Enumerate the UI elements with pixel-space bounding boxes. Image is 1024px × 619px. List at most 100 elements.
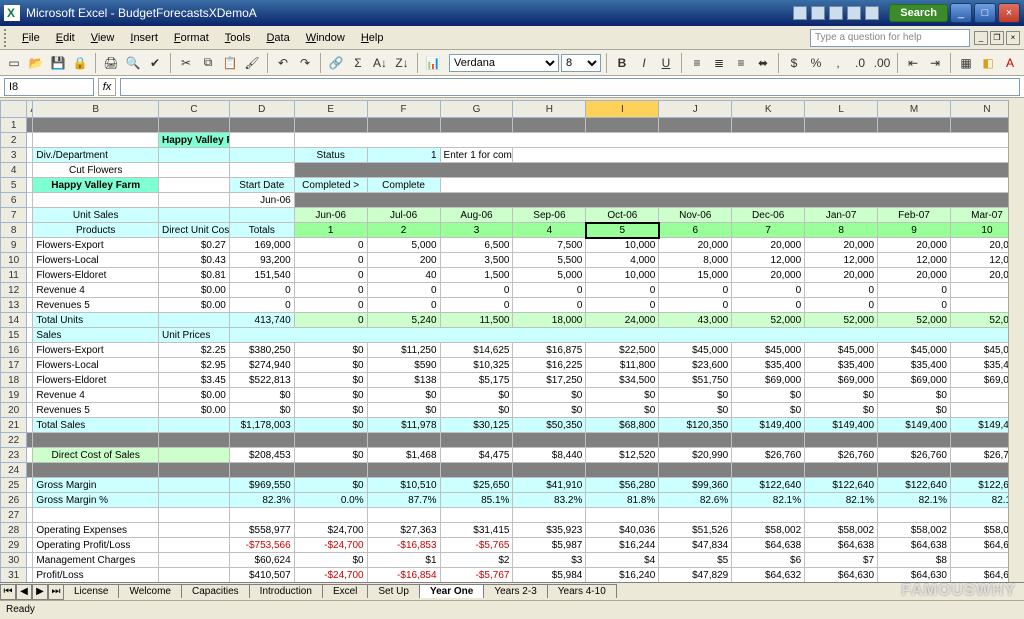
menu-tools[interactable]: Tools — [217, 29, 259, 47]
cell[interactable]: Complete — [367, 178, 440, 193]
cell[interactable]: Status — [294, 148, 367, 163]
cell[interactable]: $0 — [513, 388, 586, 403]
cell[interactable]: 11,500 — [440, 313, 513, 328]
cell[interactable]: 0 — [440, 298, 513, 313]
cell[interactable]: Total Units — [33, 313, 159, 328]
cell[interactable]: $69,000 — [805, 373, 878, 388]
cell[interactable]: 7,500 — [513, 238, 586, 253]
cell[interactable]: $45,000 — [878, 343, 951, 358]
cell[interactable]: Revenue 4 — [33, 283, 159, 298]
cell[interactable]: $45,000 — [805, 343, 878, 358]
cell[interactable]: $138 — [367, 373, 440, 388]
row-header[interactable]: 23 — [1, 448, 27, 463]
font-size-select[interactable]: 8 — [561, 54, 601, 72]
cell[interactable]: $1,468 — [367, 448, 440, 463]
titlebar-icon[interactable] — [847, 6, 861, 20]
cell[interactable]: $208,453 — [229, 448, 294, 463]
col-header[interactable]: G — [440, 101, 513, 118]
cell[interactable]: 1 — [367, 148, 440, 163]
cell[interactable]: $5,987 — [513, 538, 586, 553]
menu-edit[interactable]: Edit — [48, 29, 83, 47]
cell[interactable]: $4 — [586, 553, 659, 568]
row-header[interactable]: 29 — [1, 538, 27, 553]
row-header[interactable]: 27 — [1, 508, 27, 523]
paste-icon[interactable]: 📋 — [220, 53, 240, 73]
select-all-corner[interactable] — [1, 101, 27, 118]
cut-icon[interactable]: ✂ — [176, 53, 196, 73]
cell[interactable]: $8 — [878, 553, 951, 568]
cell[interactable]: Total Sales — [33, 418, 159, 433]
cell[interactable]: $0 — [294, 388, 367, 403]
cell[interactable]: 43,000 — [659, 313, 732, 328]
cell[interactable]: $35,400 — [732, 358, 805, 373]
cell[interactable]: Happy Valley Farm — [33, 178, 159, 193]
cell[interactable]: $0 — [294, 358, 367, 373]
cell[interactable]: 0 — [805, 283, 878, 298]
cell[interactable]: $26,760 — [805, 448, 878, 463]
cell[interactable]: $31,415 — [440, 523, 513, 538]
cell[interactable]: $22,500 — [586, 343, 659, 358]
cell[interactable]: Unit Prices — [158, 328, 229, 343]
cell[interactable]: $8,440 — [513, 448, 586, 463]
sheet-tab[interactable]: Excel — [322, 584, 368, 598]
cell[interactable]: $0 — [732, 388, 805, 403]
cell[interactable]: $69,000 — [732, 373, 805, 388]
row-header[interactable]: 24 — [1, 463, 27, 478]
cell[interactable]: 52,000 — [732, 313, 805, 328]
cell[interactable]: $0 — [513, 403, 586, 418]
cell[interactable]: -$16,853 — [367, 538, 440, 553]
menu-data[interactable]: Data — [258, 29, 297, 47]
cell[interactable]: Flowers-Eldoret — [33, 268, 159, 283]
titlebar-icon[interactable] — [793, 6, 807, 20]
cell[interactable]: 0 — [732, 283, 805, 298]
dec-decimal-icon[interactable]: .00 — [872, 53, 892, 73]
sheet-tab[interactable]: Year One — [419, 584, 484, 598]
sheet-tab[interactable]: Years 4-10 — [547, 584, 617, 598]
cell[interactable]: Nov-06 — [659, 208, 732, 223]
cell[interactable]: 12,000 — [878, 253, 951, 268]
cell[interactable]: $122,640 — [878, 478, 951, 493]
cell[interactable]: 0 — [294, 298, 367, 313]
cell[interactable]: $1 — [367, 553, 440, 568]
cell[interactable]: 1 — [294, 223, 367, 238]
menu-file[interactable]: File — [14, 29, 48, 47]
cell[interactable]: $35,400 — [878, 358, 951, 373]
doc-minimize-button[interactable]: _ — [974, 31, 988, 45]
cell[interactable]: $14,625 — [440, 343, 513, 358]
cell[interactable]: 2 — [367, 223, 440, 238]
cell[interactable]: $149,400 — [878, 418, 951, 433]
cell[interactable]: $2.25 — [158, 343, 229, 358]
row-header[interactable]: 25 — [1, 478, 27, 493]
cell[interactable]: 20,000 — [732, 238, 805, 253]
cell[interactable]: 10,000 — [586, 238, 659, 253]
sort-desc-icon[interactable]: Z↓ — [392, 53, 412, 73]
cell[interactable]: 0 — [229, 283, 294, 298]
cell[interactable]: $24,700 — [294, 523, 367, 538]
cell[interactable]: Flowers-Eldoret — [33, 373, 159, 388]
link-icon[interactable]: 🔗 — [326, 53, 346, 73]
row-header[interactable]: 10 — [1, 253, 27, 268]
cell[interactable]: Sales — [33, 328, 159, 343]
row-header[interactable]: 6 — [1, 193, 27, 208]
cell[interactable]: $120,350 — [659, 418, 732, 433]
cell[interactable]: $20,990 — [659, 448, 732, 463]
undo-icon[interactable]: ↶ — [273, 53, 293, 73]
cell[interactable]: $0.00 — [158, 388, 229, 403]
borders-icon[interactable]: ▦ — [956, 53, 976, 73]
formula-input[interactable] — [120, 78, 1020, 96]
cell[interactable]: 85.1% — [440, 493, 513, 508]
cell[interactable]: 20,000 — [805, 238, 878, 253]
cell[interactable]: Totals — [229, 223, 294, 238]
cell[interactable]: Products — [33, 223, 159, 238]
align-right-icon[interactable]: ≡ — [731, 53, 751, 73]
cell[interactable]: -$24,700 — [294, 538, 367, 553]
row-header[interactable]: 12 — [1, 283, 27, 298]
percent-icon[interactable]: % — [806, 53, 826, 73]
cell[interactable]: $58,002 — [878, 523, 951, 538]
cell[interactable]: $35,400 — [805, 358, 878, 373]
cell[interactable]: Revenues 5 — [33, 403, 159, 418]
cell[interactable]: $11,800 — [586, 358, 659, 373]
tab-first-icon[interactable]: ⏮ — [0, 584, 16, 600]
cell[interactable]: $0 — [294, 448, 367, 463]
cell[interactable]: $0.00 — [158, 283, 229, 298]
